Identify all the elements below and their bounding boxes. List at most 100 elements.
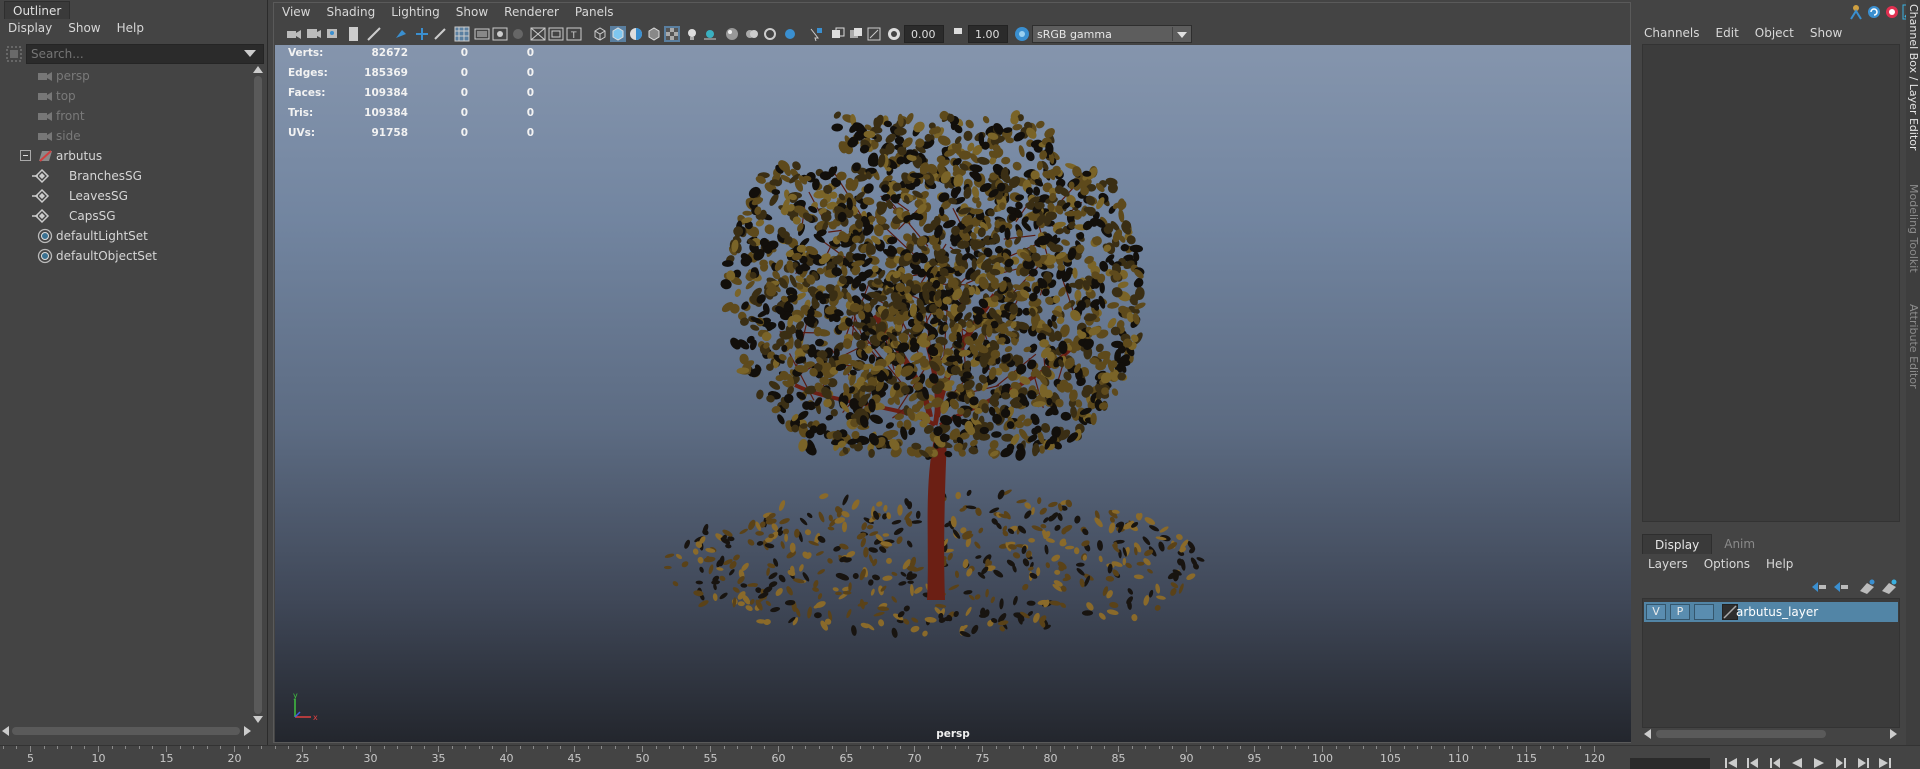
2d-pan-zoom-icon[interactable] (414, 26, 430, 42)
color-management-icon[interactable] (1014, 26, 1030, 42)
field-chart-icon[interactable] (530, 26, 546, 42)
image-plane-icon[interactable] (346, 26, 362, 42)
outliner-item-branchessg[interactable]: BranchesSG (0, 166, 250, 186)
outliner-item-top[interactable]: top (0, 86, 250, 106)
viewport-menu-view[interactable]: View (274, 3, 318, 23)
channel-box-area[interactable] (1642, 44, 1900, 522)
viewport-menu-lighting[interactable]: Lighting (383, 3, 448, 23)
outliner-menu-help[interactable]: Help (109, 19, 152, 39)
select-camera-icon[interactable] (286, 26, 302, 42)
xray-active-components-icon[interactable] (848, 26, 864, 42)
scroll-up-icon[interactable] (253, 66, 263, 73)
move-layer-down-icon[interactable] (1832, 579, 1850, 595)
layer-playback-toggle[interactable]: P (1670, 604, 1690, 620)
gamma-reset-icon[interactable] (950, 26, 966, 42)
collapse-toggle-icon[interactable] (20, 150, 32, 162)
sync-icon[interactable] (1866, 4, 1882, 20)
wireframe-icon[interactable] (592, 26, 608, 42)
tab-display[interactable]: Display (1642, 534, 1713, 554)
channel-box-menu-show[interactable]: Show (1802, 24, 1850, 44)
scroll-down-icon[interactable] (253, 716, 263, 723)
character-icon[interactable] (1848, 4, 1864, 20)
outliner-item-defaultobjectset[interactable]: defaultObjectSet (0, 246, 250, 266)
scroll-right-icon[interactable] (1890, 729, 1897, 739)
layer-menu-layers[interactable]: Layers (1640, 555, 1696, 575)
outliner-item-defaultlightset[interactable]: defaultLightSet (0, 226, 250, 246)
resolution-gate-icon[interactable] (492, 26, 508, 42)
exposure-reset-icon[interactable] (886, 26, 902, 42)
outliner-search-input[interactable] (26, 44, 264, 64)
scrollbar-thumb[interactable] (254, 76, 262, 714)
outliner-item-persp[interactable]: persp (0, 66, 250, 86)
motion-blur-icon[interactable] (744, 26, 760, 42)
anti-aliasing-icon[interactable] (762, 26, 778, 42)
outliner-item-arbutus[interactable]: arbutus (0, 146, 250, 166)
shadows-icon[interactable] (702, 26, 718, 42)
play-forward-icon[interactable] (1812, 757, 1826, 769)
bookmark-camera-icon[interactable] (326, 26, 342, 42)
wireframe-on-shaded-icon[interactable] (646, 26, 662, 42)
camera-attributes-icon[interactable] (306, 26, 322, 42)
3d-viewport[interactable]: Verts: 82672 0 0 Edges: 185369 0 0 Faces… (275, 45, 1631, 742)
xray-icon[interactable] (830, 26, 846, 42)
channel-box-menu-channels[interactable]: Channels (1636, 24, 1708, 44)
default-material-icon[interactable] (628, 26, 644, 42)
textured-icon[interactable] (664, 26, 680, 42)
xray-joints-icon[interactable] (866, 26, 882, 42)
new-layer-from-selected-icon[interactable] (1880, 579, 1898, 595)
outliner-item-front[interactable]: front (0, 106, 250, 126)
scroll-left-icon[interactable] (2, 726, 9, 736)
layer-menu-options[interactable]: Options (1696, 555, 1758, 575)
safe-title-icon[interactable]: T (566, 26, 582, 42)
scroll-left-icon[interactable] (1644, 729, 1651, 739)
grid-icon[interactable] (454, 26, 470, 42)
layer-visibility-toggle[interactable]: V (1646, 604, 1666, 620)
new-layer-icon[interactable] (1858, 579, 1876, 595)
search-options-chevron-icon[interactable] (244, 50, 256, 57)
gamma-field[interactable]: 1.00 (968, 25, 1008, 43)
scroll-right-icon[interactable] (244, 726, 251, 736)
outliner-horizontal-scrollbar[interactable] (2, 724, 252, 736)
viewport-menu-show[interactable]: Show (448, 3, 496, 23)
move-layer-up-icon[interactable] (1810, 579, 1828, 595)
viewport-menu-shading[interactable]: Shading (318, 3, 383, 23)
side-tab-attribute-editor[interactable]: Attribute Editor (1906, 304, 1920, 389)
tab-anim[interactable]: Anim (1712, 534, 1767, 554)
time-ruler[interactable]: 5 10 15 20 25 30 35 40 45 50 55 60 65 70 75 80 85 90 95 100… (0, 746, 1628, 769)
layer-row-arbutus-layer[interactable]: V P arbutus_layer (1644, 602, 1898, 622)
outliner-item-capssg[interactable]: CapsSG (0, 206, 250, 226)
isolate-select-icon[interactable] (808, 26, 824, 42)
outliner-menu-show[interactable]: Show (60, 19, 108, 39)
time-slider[interactable]: 5 10 15 20 25 30 35 40 45 50 55 60 65 70 75 80 85 90 95 100… (0, 745, 1920, 769)
current-frame-field[interactable] (1630, 758, 1710, 769)
filter-icon[interactable] (6, 46, 22, 62)
film-gate-icon[interactable] (474, 26, 490, 42)
gate-mask-icon[interactable] (510, 26, 526, 42)
play-backward-icon[interactable] (1790, 757, 1804, 769)
step-back-key-icon[interactable] (1746, 757, 1760, 769)
outliner-title-tab[interactable]: Outliner (4, 1, 71, 19)
layer-horizontal-scrollbar[interactable] (1644, 727, 1900, 739)
scrollbar-thumb[interactable] (1656, 730, 1826, 738)
go-to-end-icon[interactable] (1878, 757, 1892, 769)
layer-menu-help[interactable]: Help (1758, 555, 1801, 575)
step-forward-key-icon[interactable] (1856, 757, 1870, 769)
step-back-icon[interactable] (1768, 757, 1782, 769)
screen-space-ao-icon[interactable] (724, 26, 740, 42)
viewport-menu-renderer[interactable]: Renderer (496, 3, 567, 23)
record-icon[interactable] (1884, 4, 1900, 20)
exposure-field[interactable]: 0.00 (904, 25, 944, 43)
measure-icon[interactable] (366, 26, 382, 42)
grease-pencil-icon[interactable] (394, 26, 410, 42)
channel-box-menu-edit[interactable]: Edit (1708, 24, 1747, 44)
use-all-lights-icon[interactable] (684, 26, 700, 42)
viewport-menu-panels[interactable]: Panels (567, 3, 622, 23)
view-transform-select[interactable]: sRGB gamma (1032, 25, 1192, 43)
outliner-vertical-scrollbar[interactable] (252, 66, 264, 726)
go-to-start-icon[interactable] (1724, 757, 1738, 769)
step-forward-icon[interactable] (1834, 757, 1848, 769)
safe-action-icon[interactable] (548, 26, 564, 42)
scrollbar-thumb[interactable] (12, 727, 240, 735)
side-tab-modeling-toolkit[interactable]: Modeling Toolkit (1906, 184, 1920, 273)
side-tab-channel-box[interactable]: Channel Box / Layer Editor (1906, 4, 1920, 151)
